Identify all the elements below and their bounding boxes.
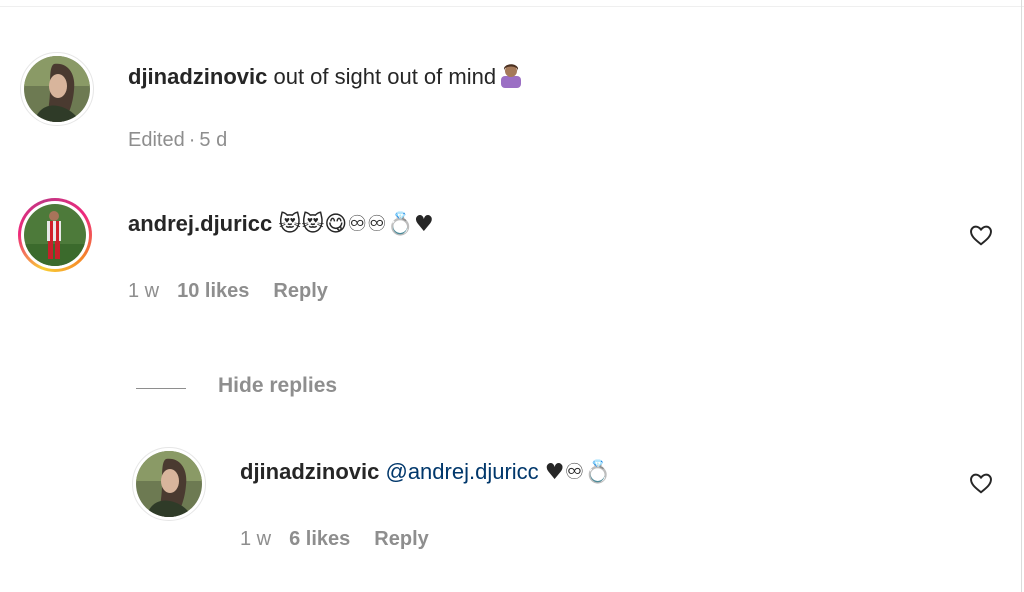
replies-divider — [136, 388, 186, 389]
comment-2-text: andrej.djuricc 😻😻😋♾♾💍♥ — [128, 210, 434, 239]
comment-1-edited: Edited — [128, 129, 185, 151]
person-pouting-icon — [498, 62, 524, 95]
comment-1-meta: Edited · 5 d — [128, 128, 227, 152]
comment-1-username[interactable]: djinadzinovic — [128, 64, 267, 89]
meta-separator: · — [188, 129, 196, 151]
avatar-photo — [24, 204, 86, 266]
reply-time[interactable]: 1 w — [240, 528, 271, 550]
reply-meta: 1 w 6 likes Reply — [240, 527, 429, 551]
comment-1-time[interactable]: 5 d — [199, 129, 227, 151]
comment-2-likes[interactable]: 10 likes — [177, 280, 249, 302]
avatar-djinadzinovic-reply[interactable] — [132, 447, 206, 521]
comment-2-reply-button[interactable]: Reply — [273, 280, 327, 302]
comment-2-emojis: 😻😻😋♾♾💍♥ — [278, 212, 434, 237]
scroll-edge — [1021, 0, 1022, 592]
comment-2-time[interactable]: 1 w — [128, 280, 159, 302]
comment-2-meta: 1 w 10 likes Reply — [128, 279, 328, 303]
reply-emojis: ♥♾💍 — [544, 460, 612, 485]
reply-text: djinadzinovic @andrej.djuricc ♥♾💍 — [240, 458, 612, 487]
reply-mention-link[interactable]: @andrej.djuricc — [385, 459, 538, 484]
comment-1-body: out of sight out of mind — [273, 64, 497, 89]
avatar-photo — [24, 56, 90, 122]
reply-reply-button[interactable]: Reply — [374, 528, 428, 550]
avatar-djinadzinovic[interactable] — [20, 52, 94, 126]
comment-1-text: djinadzinovic out of sight out of mind🙎 — [128, 62, 524, 95]
top-divider — [0, 6, 1024, 7]
comment-2-username[interactable]: andrej.djuricc — [128, 211, 272, 236]
reply-username[interactable]: djinadzinovic — [240, 459, 379, 484]
hide-replies-button[interactable]: Hide replies — [218, 374, 337, 398]
like-heart-icon[interactable] — [968, 470, 994, 496]
avatar-photo — [136, 451, 202, 517]
like-heart-icon[interactable] — [968, 222, 994, 248]
reply-likes[interactable]: 6 likes — [289, 528, 350, 550]
avatar-andrej-djuricc[interactable] — [18, 198, 92, 272]
